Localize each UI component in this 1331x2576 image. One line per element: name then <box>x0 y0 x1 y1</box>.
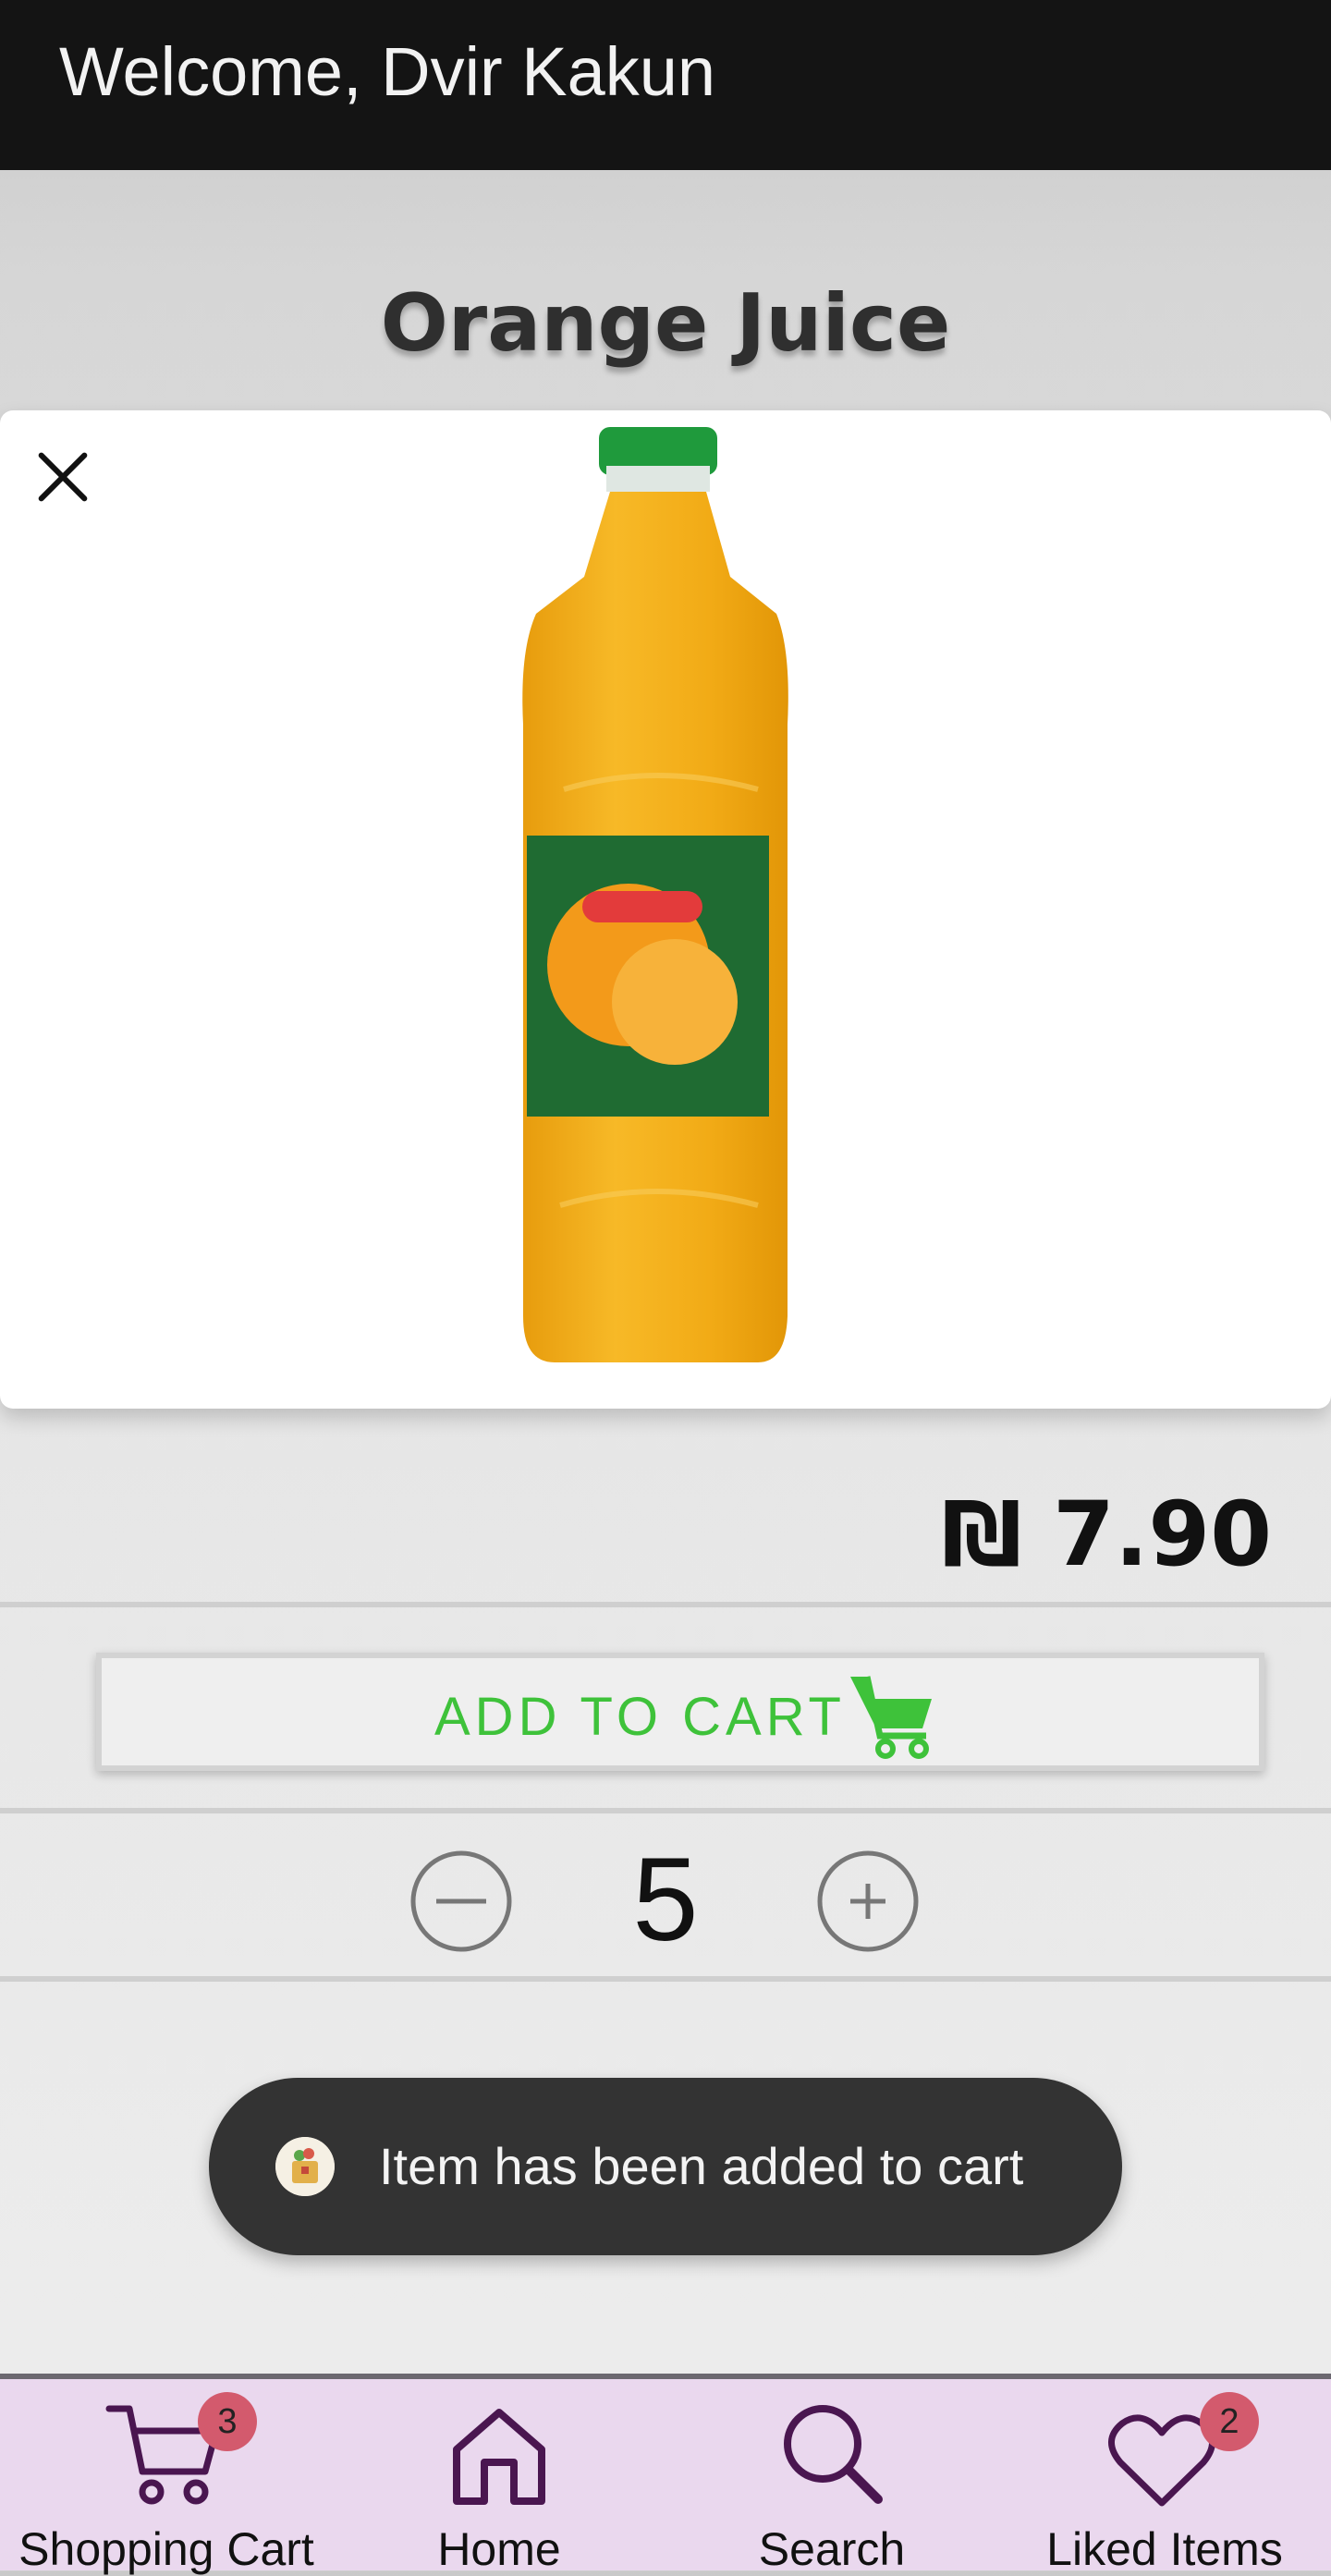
nav-item-liked-items[interactable]: 2 Liked Items <box>998 2379 1331 2575</box>
divider <box>0 1602 1331 1607</box>
plus-icon[interactable] <box>817 1850 919 1952</box>
add-to-cart-label: ADD TO CART <box>434 1687 846 1747</box>
product-image <box>522 427 788 1362</box>
welcome-text: Welcome, Dvir Kakun <box>59 33 716 110</box>
search-icon <box>784 2405 883 2504</box>
nav-item-shopping-cart[interactable]: 3 Shopping Cart <box>0 2379 333 2575</box>
cart-icon <box>850 1676 932 1759</box>
price-row: ₪ 7.90 <box>0 1414 1331 1604</box>
product-price: ₪ 7.90 <box>941 1483 1272 1586</box>
nav-item-home[interactable]: Home <box>333 2379 666 2575</box>
toast-message: Item has been added to cart <box>379 2137 1024 2195</box>
bottom-navigation: 3 Shopping Cart Home Search 2 Liked Item… <box>0 2374 1331 2575</box>
divider <box>0 1976 1331 1982</box>
product-image-card <box>0 410 1331 1409</box>
add-to-cart-button[interactable]: ADD TO CART <box>96 1653 1264 1771</box>
top-bar: Welcome, Dvir Kakun <box>0 0 1331 170</box>
nav-label-search: Search <box>758 2523 906 2575</box>
nav-label-shopping-cart: Shopping Cart <box>18 2523 314 2575</box>
home-icon <box>453 2409 545 2505</box>
shopping-bag-icon <box>275 2137 335 2196</box>
quantity-value: 5 <box>632 1834 699 1966</box>
minus-icon[interactable] <box>410 1850 512 1952</box>
liked-count-badge: 2 <box>1200 2392 1259 2451</box>
nav-item-search[interactable]: Search <box>666 2379 998 2575</box>
cart-count-badge: 3 <box>198 2392 257 2451</box>
toast-notification: Item has been added to cart <box>209 2078 1122 2255</box>
close-icon[interactable] <box>26 440 100 514</box>
product-title: Orange Juice <box>380 277 951 370</box>
nav-label-home: Home <box>437 2523 561 2575</box>
nav-label-liked-items: Liked Items <box>1046 2523 1283 2575</box>
quantity-stepper: 5 <box>0 1813 1331 1978</box>
